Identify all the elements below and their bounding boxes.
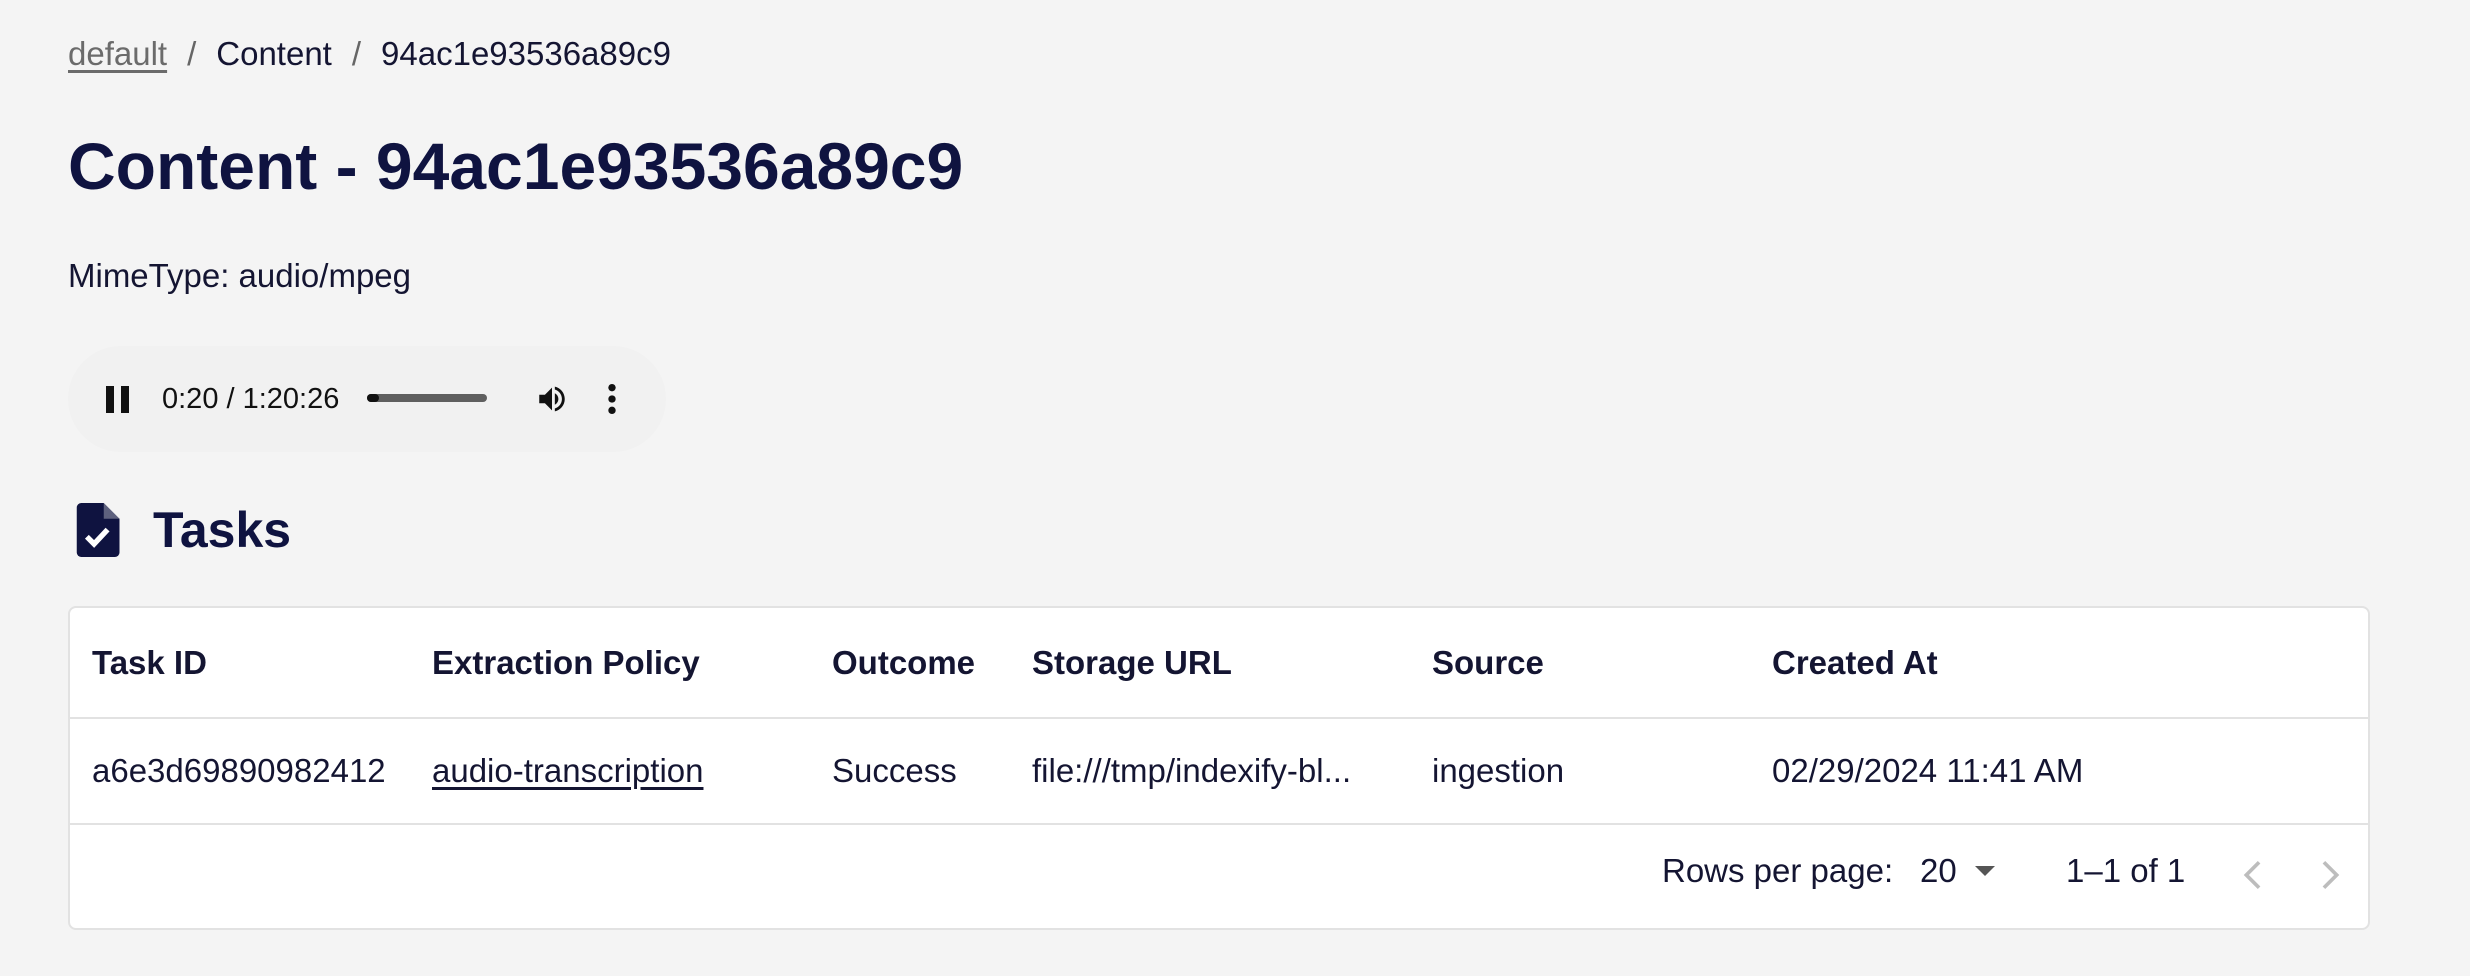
extraction-policy-link[interactable]: audio-transcription [432, 752, 703, 789]
column-header-outcome: Outcome [810, 608, 1010, 719]
rows-per-page-value: 20 [1920, 852, 1957, 889]
column-header-created-at: Created At [1750, 608, 2368, 719]
chevron-left-icon[interactable] [2238, 858, 2266, 892]
volume-icon[interactable] [534, 382, 570, 416]
tasks-heading: Tasks [153, 502, 292, 558]
breadcrumb-separator: / [351, 35, 362, 72]
chevron-right-icon[interactable] [2317, 858, 2345, 892]
page-title: Content - 94ac1e93536a89c9 [68, 129, 964, 203]
column-header-task-id: Task ID [70, 608, 410, 719]
breadcrumb-section: Content [216, 35, 332, 72]
rows-per-page-select[interactable]: 20 [1920, 852, 1995, 890]
rows-per-page-label: Rows per page: [1662, 852, 1894, 889]
task-document-check-icon [76, 503, 120, 557]
audio-seek-progress [367, 394, 379, 402]
outcome-cell: Success [810, 718, 1010, 825]
column-header-storage-url: Storage URL [1010, 608, 1410, 719]
audio-player: 0:20 / 1:20:26 [68, 346, 666, 452]
extraction-policy-cell: audio-transcription [410, 718, 810, 825]
breadcrumb-current: 94ac1e93536a89c9 [381, 35, 671, 72]
breadcrumb: default / Content / 94ac1e93536a89c9 [68, 30, 671, 78]
column-header-source: Source [1410, 608, 1750, 719]
breadcrumb-namespace-link[interactable]: default [68, 30, 167, 78]
pagination-range: 1–1 of 1 [2066, 852, 2186, 889]
source-cell: ingestion [1410, 718, 1750, 825]
tasks-table: Task ID Extraction Policy Outcome Storag… [70, 608, 2368, 825]
breadcrumb-separator: / [187, 35, 197, 72]
tasks-table-card: Task ID Extraction Policy Outcome Storag… [68, 606, 2370, 930]
table-header-row: Task ID Extraction Policy Outcome Storag… [70, 608, 2368, 719]
table-row: a6e3d69890982412 audio-transcription Suc… [70, 718, 2368, 825]
caret-down-icon [1974, 866, 1995, 876]
storage-url-cell: file:///tmp/indexify-bl... [1010, 718, 1410, 825]
created-at-cell: 02/29/2024 11:41 AM [1750, 718, 2368, 825]
tasks-section-header: Tasks [68, 498, 291, 562]
audio-seek-slider[interactable] [367, 394, 487, 402]
column-header-extraction-policy: Extraction Policy [410, 608, 810, 719]
pause-icon[interactable] [106, 386, 130, 413]
mimetype-label: MimeType: audio/mpeg [68, 257, 412, 294]
table-pagination: Rows per page: 20 1–1 of 1 [70, 824, 2368, 928]
task-id-cell: a6e3d69890982412 [70, 718, 410, 825]
audio-time-display: 0:20 / 1:20:26 [162, 383, 340, 415]
more-vert-icon[interactable] [605, 382, 619, 416]
